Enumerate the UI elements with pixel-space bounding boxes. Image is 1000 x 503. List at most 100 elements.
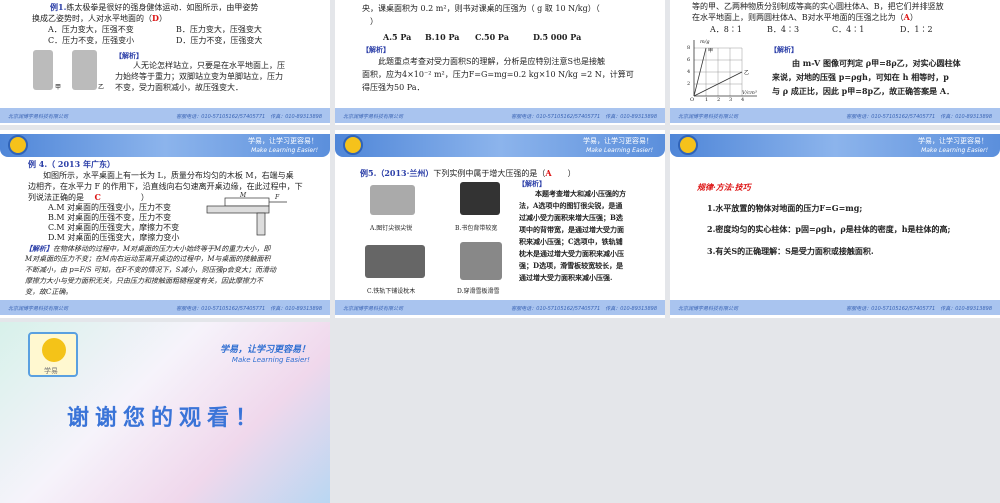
slide-thumbnail-3[interactable]: 等的甲、乙两种物质分别制成等高的实心圆柱体A、B，把它们并排竖放 在水平地面上，… — [670, 0, 1000, 125]
image-caption: D.穿滑雪板滑雪 — [457, 288, 500, 295]
mascot-logo-icon: 学易 — [28, 332, 78, 377]
figure-label: 甲 — [55, 84, 62, 91]
question-text: 如图所示，水平桌面上有一长为 L，质量分布均匀的木板 M，右端与桌 — [43, 171, 294, 180]
figure-label: M — [240, 192, 247, 199]
analysis-text: 在物体移动的过程中，M对桌面的压力大小始终等于M的重力大小，即 — [53, 245, 271, 253]
option: C．压力不变，压强变小 — [48, 36, 135, 45]
question-text: 央，课桌面积为 0.2 m²，则书对课桌的压强为（ g 取 10 N/kg）（ — [362, 4, 600, 13]
analysis-text: 力始终等于重力；双脚站立变为单脚站立，压力 — [115, 72, 283, 81]
bracket: ） — [140, 193, 149, 202]
option: D．压力不变，压强变大 — [176, 36, 263, 45]
question-text: 等的甲、乙两种物质分别制成等高的实心圆柱体A、B，把它们并排竖放 — [692, 2, 944, 11]
analysis-text: 强；D选项，滑雪板较宽较长，是 — [519, 261, 624, 270]
analysis-text: 来说，对地的压强 p=ρgh，可知在 h 相等时，p — [772, 72, 949, 82]
question-text: 下列实例中属于增大压强的是（ — [433, 169, 546, 178]
skiing-image — [460, 242, 502, 280]
slide-header: 学易，让学习更容易！ Make Learning Easier! — [670, 134, 1000, 157]
slogan-en: Make Learning Easier! — [251, 147, 318, 154]
analysis-text: 摩擦力大小与受力面积无关，只由压力和接触面粗糙程度有关，因此摩擦力不 — [25, 277, 263, 285]
answer: A — [545, 168, 552, 178]
footer-company: 北京润博学易科技有限公司 — [8, 114, 69, 120]
slide-thumbnail-1[interactable]: 例1.练太极拳是很好的强身健体运动．如图所示，由甲姿势 换成乙姿势时，人对水平地… — [0, 0, 330, 125]
answer: C — [94, 192, 101, 202]
footer-phone: 客服电话：010-57105162/57405771 传真：010-893138… — [511, 306, 657, 312]
graph-xtick: 2 — [717, 97, 721, 103]
option: B．4∶3 — [767, 25, 800, 34]
rule-item: 3.有关S的正确理解：S是受力面积或接触面积. — [707, 246, 874, 256]
footer-phone: 客服电话：010-57105162/57405771 传真：010-893138… — [176, 114, 322, 120]
footer-company: 北京润博学易科技有限公司 — [343, 306, 404, 312]
footer-phone: 客服电话：010-57105162/57405771 传真：010-893138… — [176, 306, 322, 312]
series-label: 乙 — [744, 70, 750, 76]
option: B．压力变大，压强变大 — [176, 25, 262, 34]
answer: D — [152, 13, 159, 23]
slogan-cn: 学易，让学习更容易！ — [918, 137, 988, 145]
question-text: ） — [370, 17, 378, 26]
slide-footer: 北京润博学易科技有限公司 客服电话：010-57105162/57405771 传… — [335, 300, 665, 315]
footer-company: 北京润博学易科技有限公司 — [678, 114, 739, 120]
slide-thumbnail-4[interactable]: 学易，让学习更容易！ Make Learning Easier! 例 4.（ 20… — [0, 130, 330, 318]
slogan-cn: 学易，让学习更容易！ — [583, 137, 653, 145]
image-caption: A.图钉尖很尖锐 — [370, 225, 413, 232]
analysis-text: 不断减小，由 p=F/S 可知，在F不变的情况下，S减小，则压强p会变大；而滑动 — [25, 266, 276, 274]
bracket: ） — [158, 14, 167, 23]
footer-company: 北京润博学易科技有限公司 — [8, 306, 69, 312]
footer-phone: 客服电话：010-57105162/57405771 传真：010-893138… — [846, 114, 992, 120]
question-text: 换成乙姿势时，人对水平地面的（ — [32, 14, 152, 23]
slide-thumbnail-6[interactable]: 学易，让学习更容易！ Make Learning Easier! 规律·方法·技巧… — [670, 130, 1000, 318]
slide-header: 学易，让学习更容易！ Make Learning Easier! — [335, 134, 665, 157]
analysis-text: 与 ρ 成正比，因此 p甲=8p乙，故正确答案是 A． — [772, 86, 955, 96]
slide-footer: 北京润博学易科技有限公司 客服电话：010-57105162/57405771 传… — [0, 300, 330, 315]
option: D．1∶2 — [900, 25, 933, 34]
analysis-text: 法，A选项中的图钉很尖锐，是通 — [519, 201, 623, 210]
thank-you-title: 谢谢您的观看！ — [66, 406, 263, 431]
railway-image — [365, 245, 425, 278]
slide-footer: 北京润博学易科技有限公司 客服电话：010-57105162/57405771 传… — [670, 300, 1000, 315]
analysis-text: 面积，应为4×10⁻² m²，压力F=G=mg=0.2 kg×10 N/kg =… — [362, 70, 634, 79]
bracket: ） — [909, 13, 918, 22]
thumbtack-image — [370, 185, 415, 215]
graph-ytick: 8 — [687, 45, 691, 51]
slogan-cn: 学易，让学习更容易！ — [219, 345, 310, 355]
analysis-text: 过减小受力面积来增大压强；B选 — [519, 213, 623, 222]
image-caption: C.铁轨下铺设枕木 — [367, 288, 416, 295]
schoolbag-image — [460, 182, 500, 215]
slide-footer: 北京润博学易科技有限公司 客服电话：010-57105162/57405771 传… — [670, 108, 1000, 123]
analysis-label: 【解析】 — [362, 45, 390, 54]
logo-icon — [678, 135, 698, 155]
graph-ytick: 6 — [687, 57, 691, 63]
analysis-text: 变，故C正确。 — [25, 288, 73, 296]
section-title: 规律·方法·技巧 — [697, 182, 751, 192]
option: A．压力变大，压强不变 — [48, 25, 134, 34]
option: C.50 Pa — [475, 32, 509, 42]
slide-thumbnail-2[interactable]: 央，课桌面积为 0.2 m²，则书对课桌的压强为（ g 取 10 N/kg）（ … — [335, 0, 665, 125]
footer-company: 北京润博学易科技有限公司 — [343, 114, 404, 120]
logo-icon — [8, 135, 28, 155]
analysis-text: 项中的背带宽，是通过增大受力面 — [519, 225, 624, 234]
graph-xtick: 1 — [705, 97, 709, 103]
graph-xtick: 4 — [741, 97, 745, 103]
question-number: 例 4.（ 2013 年广东） — [28, 159, 115, 169]
series-label: 甲 — [708, 48, 714, 54]
slide-thumbnail-7[interactable]: 学易 学易，让学习更容易！ Make Learning Easier! 谢谢您的… — [0, 322, 330, 503]
slide-header: 学易，让学习更容易！ Make Learning Easier! — [0, 134, 330, 157]
figure-label: F — [275, 194, 280, 201]
graph-xtick: O — [690, 97, 695, 103]
graph-xtick: 3 — [729, 97, 733, 103]
question-number: 例5.（2013·兰州） — [360, 168, 434, 178]
analysis-text: 枕木是通过增大受力面积来减小压 — [519, 249, 624, 258]
figure-label: 乙 — [98, 84, 105, 91]
analysis-text: 人无论怎样站立，只要是在水平地面上，压 — [133, 61, 285, 70]
graph-ytick: 2 — [687, 81, 691, 87]
figure-taichi-person — [72, 50, 97, 90]
analysis-text: 本题考查增大和减小压强的方 — [535, 189, 626, 198]
footer-company: 北京润博学易科技有限公司 — [678, 306, 739, 312]
option: D.5 000 Pa — [533, 32, 582, 42]
figure-standing-person — [33, 50, 53, 90]
option: A．8∶1 — [710, 25, 742, 34]
footer-phone: 客服电话：010-57105162/57405771 传真：010-893138… — [511, 114, 657, 120]
option: A.5 Pa — [383, 32, 412, 42]
slide-thumbnail-5[interactable]: 学易，让学习更容易！ Make Learning Easier! 例5.（2013… — [335, 130, 665, 318]
slogan-en: Make Learning Easier! — [231, 356, 310, 364]
analysis-text: 得压强为50 Pa． — [362, 83, 425, 92]
